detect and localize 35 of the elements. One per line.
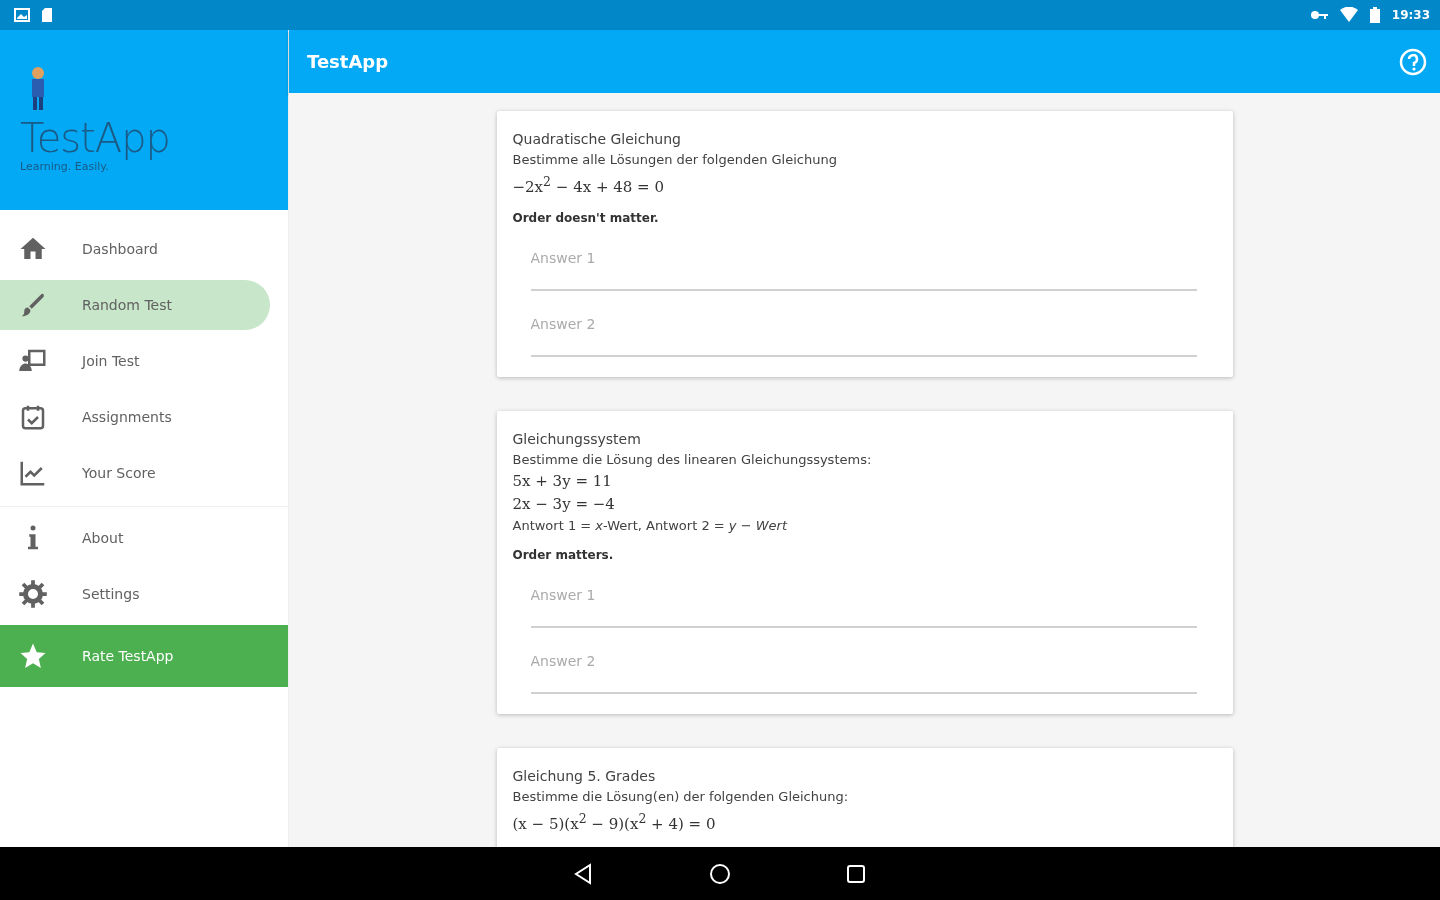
nav-item[interactable]: Join Test (0, 336, 288, 386)
question-title: Gleichungssystem (512, 430, 642, 449)
order-note: Order matters. (512, 548, 615, 562)
app-bar-title: TestApp (307, 51, 390, 72)
sd-card-icon (42, 8, 52, 22)
help-button[interactable] (1398, 46, 1428, 77)
question-title: Gleichung 5. Grades (512, 767, 657, 786)
equation: −2x$^{2}$ − 4x + 48 = 0 (512, 173, 665, 198)
nav-item[interactable]: Random Test (0, 280, 270, 330)
wifi-icon (1339, 7, 1358, 23)
app-logo-text: TestApp (20, 116, 171, 160)
answer-field[interactable]: Answer 1 (530, 241, 1197, 291)
nav-item[interactable]: Assignments (0, 392, 288, 442)
answer-field[interactable]: Answer 2 (530, 644, 1197, 694)
equation: (x − 5)(x$^{2}$ − 9)(x$^{2}$ + 4) = 0 (512, 810, 717, 835)
question-instruction: Bestimme die Lösung des linearen Gleichungssystems: (512, 451, 873, 469)
answer-field[interactable]: Answer 2 (530, 307, 1197, 357)
app-tagline: Learning. Easily. (20, 160, 110, 173)
key-icon (1309, 9, 1328, 21)
order-note: Order doesn't matter. (512, 211, 660, 225)
question-instruction: Bestimme die Lösung(en) der folgenden Gleichung: (512, 788, 850, 806)
nav-item[interactable]: About (0, 513, 288, 563)
image-icon (14, 8, 30, 22)
battery-icon (1369, 7, 1380, 23)
question-instruction: Bestimme alle Lösungen der folgenden Gleichung (512, 151, 838, 169)
nav-item[interactable]: Your Score (0, 448, 288, 498)
answer-field[interactable]: Answer 1 (530, 578, 1197, 628)
settings-icon (18, 579, 48, 609)
nav-item[interactable]: Dashboard (0, 224, 288, 274)
equation: 5x + 3y = 11 (512, 471, 613, 492)
nav-item[interactable]: Settings (0, 569, 288, 619)
clock-time: 19:33 (1391, 8, 1430, 22)
question-title: Quadratische Gleichung (512, 130, 682, 149)
answer-hint: Antwort 1 = x-Wert, Antwort 2 = y − Wert (512, 517, 789, 535)
equation: 2x − 3y = −4 (512, 494, 616, 515)
